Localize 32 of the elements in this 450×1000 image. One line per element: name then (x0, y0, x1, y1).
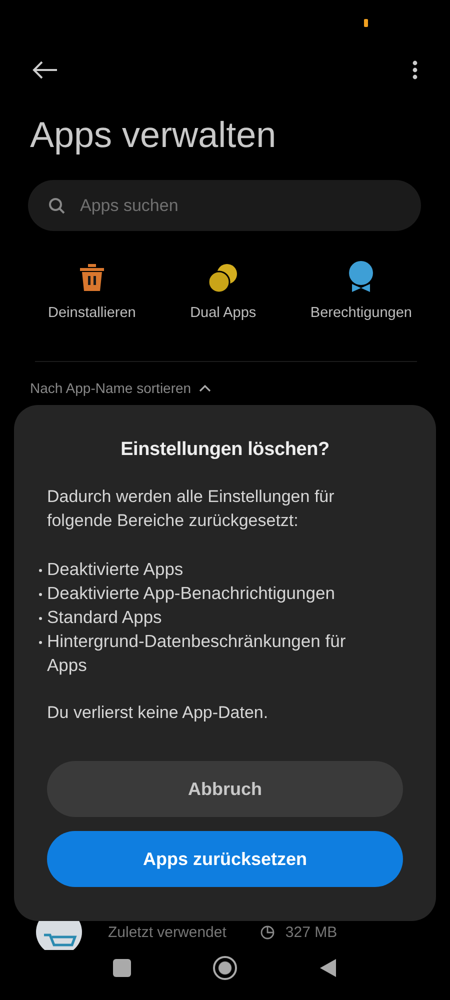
reset-apps-button[interactable]: Apps zurücksetzen (47, 831, 403, 887)
shortcut-label[interactable]: Berechtigungen (310, 305, 412, 321)
list-item: Deaktivierte Apps (47, 558, 184, 581)
dialog-message: Dadurch werden alle Einstellungen für folgende Bereiche zurückgesetzt: (47, 486, 336, 532)
bullet-icon (39, 641, 42, 644)
list-item: Standard Apps (47, 606, 162, 629)
app-size: 327 MB (285, 924, 338, 940)
award-badge-icon[interactable] (348, 261, 374, 293)
search-icon (48, 197, 66, 215)
recents-icon[interactable] (113, 959, 131, 977)
cancel-button[interactable]: Abbruch (47, 761, 403, 817)
home-icon[interactable] (213, 956, 237, 980)
storage-icon (260, 924, 276, 940)
status-indicator-icon (364, 19, 368, 27)
sort-label[interactable]: Nach App-Name sortieren (30, 380, 192, 396)
more-options-icon[interactable] (412, 60, 418, 80)
app-subtitle: Zuletzt verwendet (108, 924, 226, 940)
shortcut-label[interactable]: Dual Apps (190, 305, 256, 321)
bullet-icon (39, 569, 42, 572)
bullet-icon (39, 593, 42, 596)
chevron-up-icon[interactable] (199, 384, 212, 392)
overlapping-circles-icon[interactable] (207, 263, 240, 293)
search-field[interactable]: Apps suchen (28, 180, 421, 231)
shortcut-label[interactable]: Deinstallieren (48, 305, 136, 321)
back-nav-icon[interactable] (319, 958, 337, 978)
back-icon[interactable] (32, 61, 58, 79)
list-item: Deaktivierte App-Benachrichtigungen (47, 582, 335, 605)
dialog-note: Du verlierst keine App-Daten. (47, 702, 270, 724)
dialog-title: Einstellungen löschen? (120, 439, 330, 461)
list-item: Hintergrund-Datenbeschränkungen für Apps (47, 630, 347, 677)
bullet-icon (39, 617, 42, 620)
page-title: Apps verwalten (30, 113, 278, 157)
